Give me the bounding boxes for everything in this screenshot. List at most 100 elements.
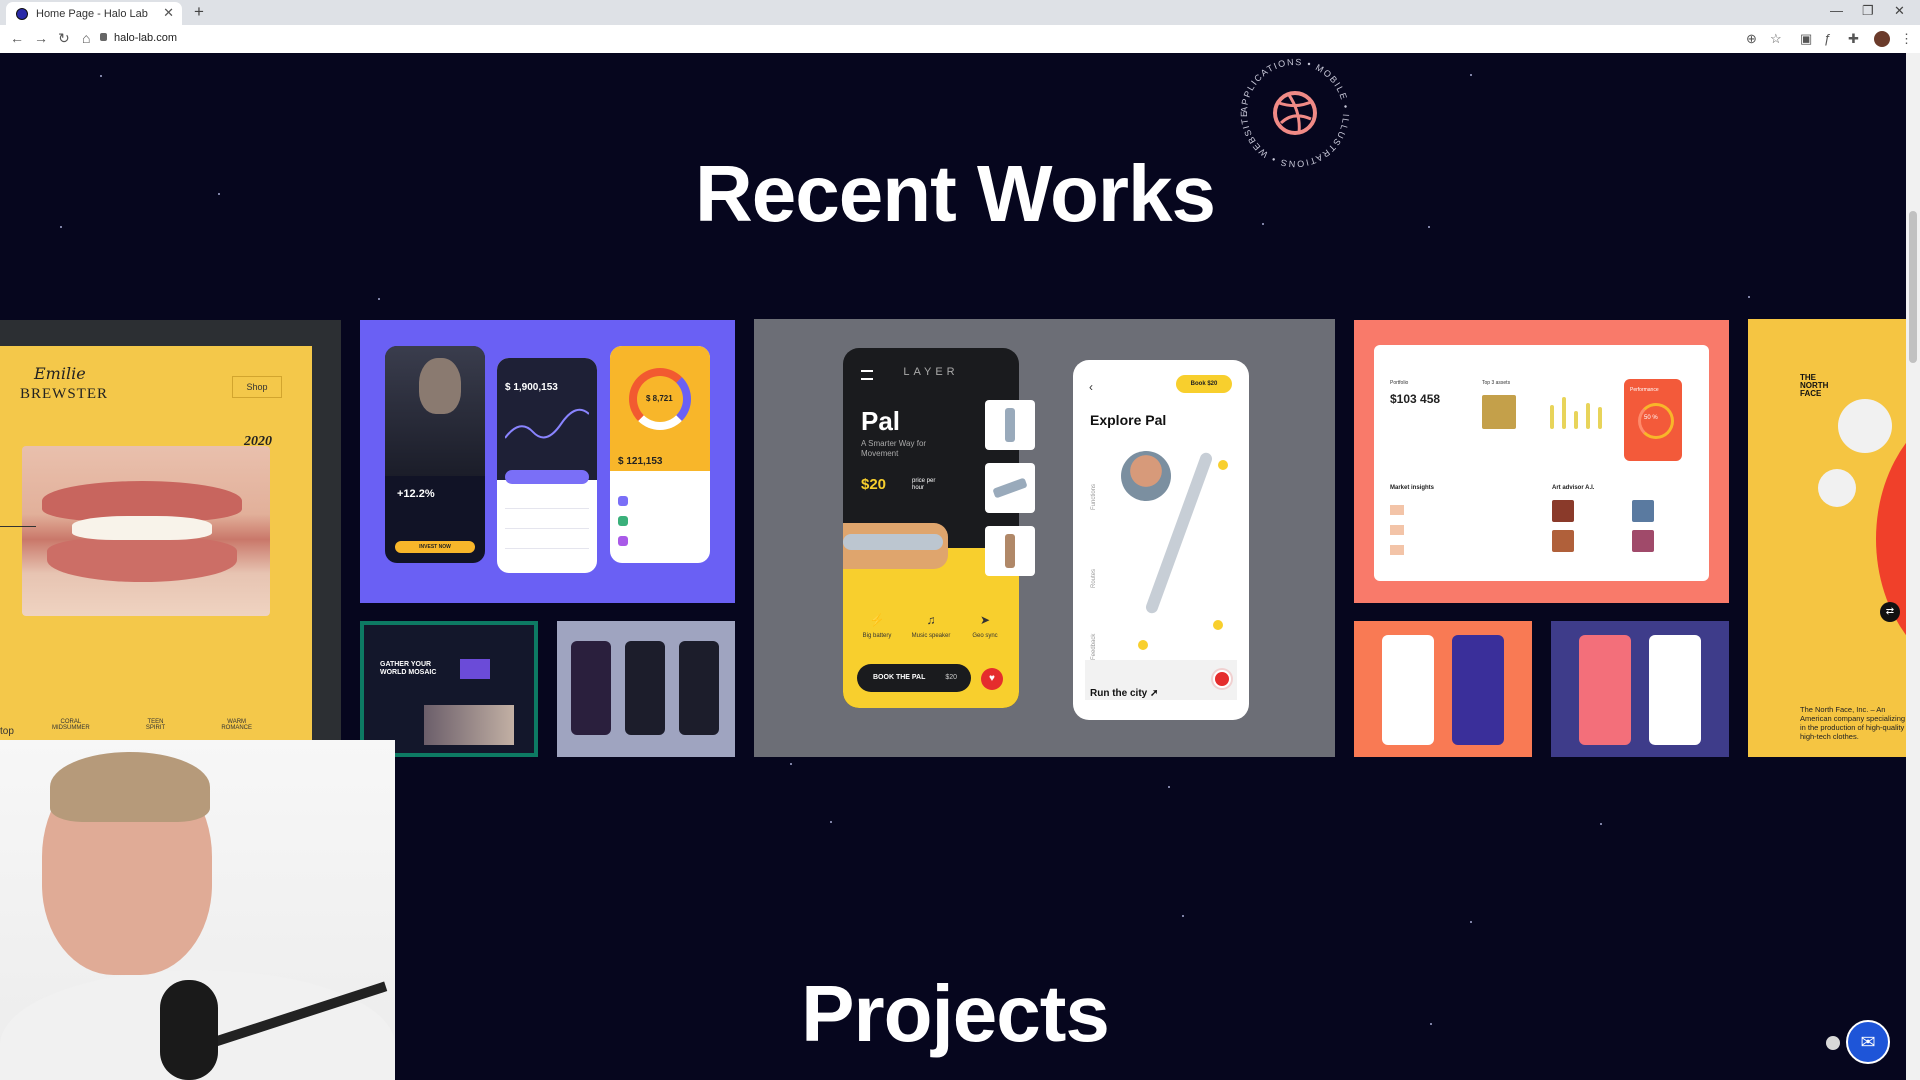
feature-music: ♫ Music speaker <box>901 613 961 639</box>
rider-avatar <box>1121 451 1171 501</box>
star-decoration <box>1470 921 1472 923</box>
price: $20 <box>861 476 887 493</box>
reload-button[interactable]: ↻ <box>58 30 70 47</box>
shade-label: CORAL MIDSUMMER <box>52 719 90 731</box>
person-avatar <box>1818 469 1856 507</box>
thumbnail <box>985 463 1035 513</box>
invest-button: INVEST NOW <box>395 541 475 553</box>
star-decoration <box>1600 823 1602 825</box>
performance-card: Performance 50 % <box>1624 379 1682 461</box>
work-card-north-face[interactable]: THE NORTH FACE ⇄ The North Face, Inc. – … <box>1748 319 1920 757</box>
badge-word: MOBILE <box>1314 62 1349 102</box>
profile-icon[interactable] <box>1874 31 1890 47</box>
record-icon <box>1213 670 1231 688</box>
side-tab: Feedback <box>1091 633 1097 660</box>
phone-mockup: +12.2% INVEST NOW <box>385 346 485 563</box>
browser-tab[interactable]: Home Page - Halo Lab ✕ <box>6 2 182 25</box>
shade-labels: CORAL MIDSUMMER TEEN SPIRIT WARM ROMANCE <box>52 719 252 731</box>
browser-tab-strip: Home Page - Halo Lab ✕ + — ❐ ✕ <box>0 0 1920 25</box>
new-tab-button[interactable]: + <box>194 2 204 22</box>
star-decoration <box>1748 296 1750 298</box>
work-card-brewster[interactable]: Emilie BREWSTER Shop 2020 CORAL MIDSUMME… <box>0 320 341 757</box>
scrollbar-thumb[interactable] <box>1909 211 1917 363</box>
work-card-mosaic[interactable]: GATHER YOUR WORLD MOSAIC <box>360 621 538 757</box>
shop-button: Shop <box>232 376 282 398</box>
hotspot-dot <box>1138 640 1148 650</box>
work-card-pal-scooter[interactable]: LAYER Pal A Smarter Way for Movement $20… <box>754 319 1335 757</box>
close-tab-icon[interactable]: ✕ <box>163 5 174 21</box>
shade-label: WARM ROMANCE <box>221 719 252 731</box>
star-decoration <box>1470 74 1472 76</box>
hotspot-dot <box>1213 620 1223 630</box>
side-tab: Functions <box>1091 483 1097 510</box>
work-card-music-app[interactable] <box>557 621 735 757</box>
work-card-finance-app[interactable]: +12.2% INVEST NOW $ 1,900,153 $ 8,721 $ … <box>360 320 735 603</box>
dribbble-icon <box>1273 91 1317 135</box>
section-label: Top 3 assets <box>1482 380 1511 386</box>
star-decoration <box>830 821 832 823</box>
feature-battery: ⚡ Big battery <box>847 613 907 639</box>
scrollbar[interactable] <box>1906 53 1920 1080</box>
music-icon: ♫ <box>926 613 936 627</box>
year-badge: 2020 <box>244 434 272 449</box>
star-decoration <box>1168 786 1170 788</box>
dashboard-mockup: Portfolio $103 458 Top 3 assets Performa… <box>1374 345 1709 581</box>
book-button: $20 BOOK THE PAL <box>857 664 971 692</box>
run-the-city-label: Run the city ➚ <box>1090 688 1159 699</box>
status-dot <box>1826 1036 1840 1050</box>
star-decoration <box>378 298 380 300</box>
battery-icon: ⚡ <box>869 613 885 627</box>
work-card-social-app[interactable] <box>1551 621 1729 757</box>
artwork-thumb <box>1482 395 1516 429</box>
art-advisor-label: Art advisor A.I. <box>1552 485 1595 491</box>
side-tab: Routes <box>1091 568 1097 588</box>
star-decoration <box>100 75 102 77</box>
brand-label: LAYER <box>903 366 959 378</box>
person-avatar <box>1838 399 1892 453</box>
home-button[interactable]: ⌂ <box>82 30 90 46</box>
back-arrow-icon: ‹ <box>1089 380 1093 394</box>
company-description: The North Face, Inc. – An American compa… <box>1800 705 1906 741</box>
plus-circle-icon[interactable]: ⊕ <box>1746 31 1757 47</box>
section-title: Recent Works <box>694 149 1216 238</box>
lock-icon[interactable] <box>100 33 107 41</box>
close-window-button[interactable]: ✕ <box>1894 3 1905 19</box>
product-title: Pal <box>861 406 901 436</box>
star-icon[interactable]: ☆ <box>1770 31 1782 47</box>
market-insights-label: Market insights <box>1390 485 1435 491</box>
heart-icon: ♥ <box>981 668 1003 690</box>
lips-image <box>22 446 270 616</box>
brand-script: Emilie <box>34 364 86 383</box>
work-card-shop-app[interactable] <box>1354 621 1532 757</box>
extension-icon[interactable]: ▣ <box>1800 31 1812 47</box>
phone-mockup: $ 8,721 $ 121,153 <box>610 346 710 563</box>
fx-icon[interactable]: ƒ <box>1824 31 1831 46</box>
location-icon: ➤ <box>979 613 991 627</box>
forward-button[interactable]: → <box>34 30 48 46</box>
feature-geo: ➤ Geo sync <box>955 613 1015 639</box>
halo-lab-favicon-icon <box>16 7 28 20</box>
maximize-window-button[interactable]: ❐ <box>1862 3 1874 19</box>
hotspot-dot <box>1218 460 1228 470</box>
webcam-overlay <box>0 740 395 1080</box>
phone-mockup: $ 1,900,153 <box>497 358 597 573</box>
url-field[interactable]: halo-lab.com <box>114 32 177 44</box>
toggle-icon: ⇄ <box>1880 602 1900 622</box>
puzzle-icon[interactable]: ✚ <box>1848 31 1859 47</box>
cut-text: top <box>0 726 14 737</box>
minimize-window-button[interactable]: — <box>1830 3 1843 18</box>
back-button[interactable]: ← <box>10 30 24 46</box>
messenger-icon[interactable]: ✉ <box>1846 1020 1890 1064</box>
work-card-art-dashboard[interactable]: Portfolio $103 458 Top 3 assets Performa… <box>1354 320 1729 603</box>
book-chip: Book $20 <box>1176 375 1232 393</box>
address-bar: ← → ↻ ⌂ halo-lab.com ⊕ ☆ ▣ ƒ ✚ ⋮ <box>0 25 1920 54</box>
tab-title: Home Page - Halo Lab <box>36 7 148 20</box>
total-amount: $ 121,153 <box>618 456 663 467</box>
portfolio-value: $103 458 <box>1390 392 1441 406</box>
product-subtitle: A Smarter Way for Movement <box>861 439 927 458</box>
thumbnail <box>985 400 1035 450</box>
north-face-logo: THE NORTH FACE <box>1800 373 1829 398</box>
phone-mockup: ‹ Book $20 Explore Pal Functions Routes … <box>1073 360 1249 720</box>
menu-icon[interactable]: ⋮ <box>1900 31 1913 47</box>
ring-amount: $ 8,721 <box>646 394 673 403</box>
